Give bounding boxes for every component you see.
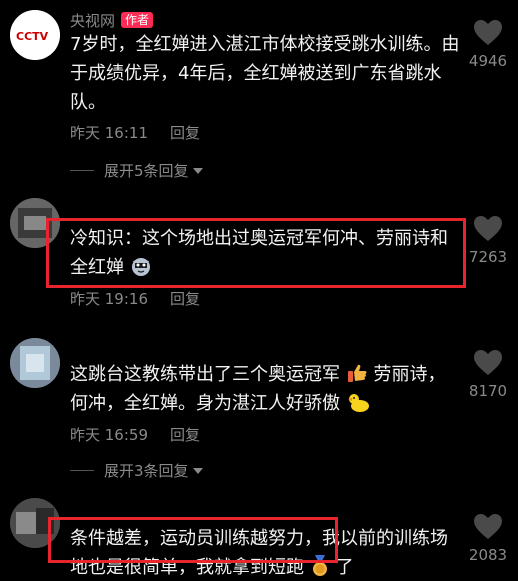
reply-button[interactable]: 回复 [170, 124, 200, 142]
heart-icon [474, 514, 502, 539]
comment-text-content: 这跳台这教练带出了三个奥运冠军 [70, 364, 340, 385]
comment-meta: 昨天 16:59 回复 [70, 424, 200, 445]
comment-time: 昨天 16:59 [70, 426, 148, 444]
caret-down-icon [192, 168, 203, 174]
cctv-logo-icon: CCTV [10, 10, 60, 60]
svg-text:CCTV: CCTV [16, 30, 49, 43]
like-button[interactable]: 7263 [464, 216, 512, 266]
heart-icon [474, 216, 502, 241]
comment-meta: 昨天 16:11 回复 [70, 122, 200, 143]
thumbs-up-emoji [347, 364, 367, 382]
author-tag: 作者 [121, 12, 154, 28]
divider [70, 470, 94, 471]
avatar-image [10, 338, 60, 388]
divider [70, 170, 94, 171]
author-name[interactable]: 央视网 [70, 12, 115, 30]
expand-replies-label[interactable]: 展开5条回复 [104, 162, 189, 180]
reply-button[interactable]: 回复 [170, 290, 200, 308]
like-button[interactable]: 4946 [464, 20, 512, 70]
expand-replies-button[interactable]: 展开3条回复 [70, 460, 203, 481]
avatar[interactable]: CCTV [10, 10, 60, 60]
expand-replies-button[interactable]: 展开5条回复 [70, 160, 203, 181]
comment-text: 7岁时，全红婵进入湛江市体校接受跳水训练。由于成绩优异，4年后，全红婵被送到广东… [70, 34, 460, 113]
comment-time: 昨天 19:16 [70, 290, 148, 308]
like-count: 7263 [468, 248, 508, 266]
like-count: 4946 [468, 52, 508, 70]
avatar[interactable] [10, 338, 60, 388]
heart-icon [474, 350, 502, 375]
highlight-box [48, 517, 338, 563]
caret-down-icon [192, 468, 203, 474]
reply-button[interactable]: 回复 [170, 426, 200, 444]
like-button[interactable]: 2083 [464, 514, 512, 564]
like-count: 2083 [468, 546, 508, 564]
comment-1: CCTV 央视网 作者 7岁时，全红婵进入湛江市体校接受跳水训练。由于成绩优异，4… [0, 0, 518, 180]
like-count: 8170 [468, 382, 508, 400]
duck-emoji [347, 394, 369, 412]
comment-meta: 昨天 19:16 回复 [70, 288, 200, 309]
highlight-box [46, 218, 466, 288]
comment-3: 这跳台这教练带出了三个奥运冠军 劳丽诗，何冲，全红婵。身为湛江人好骄傲 昨天 1… [0, 330, 518, 480]
comment-text: 这跳台这教练带出了三个奥运冠军 劳丽诗，何冲，全红婵。身为湛江人好骄傲 [70, 360, 460, 418]
expand-replies-label[interactable]: 展开3条回复 [104, 462, 189, 480]
like-button[interactable]: 8170 [464, 350, 512, 400]
heart-icon [474, 20, 502, 45]
comment-author[interactable]: 央视网 作者 [70, 10, 154, 31]
comment-time: 昨天 16:11 [70, 124, 148, 142]
comment-text-end: 了 [335, 557, 354, 578]
